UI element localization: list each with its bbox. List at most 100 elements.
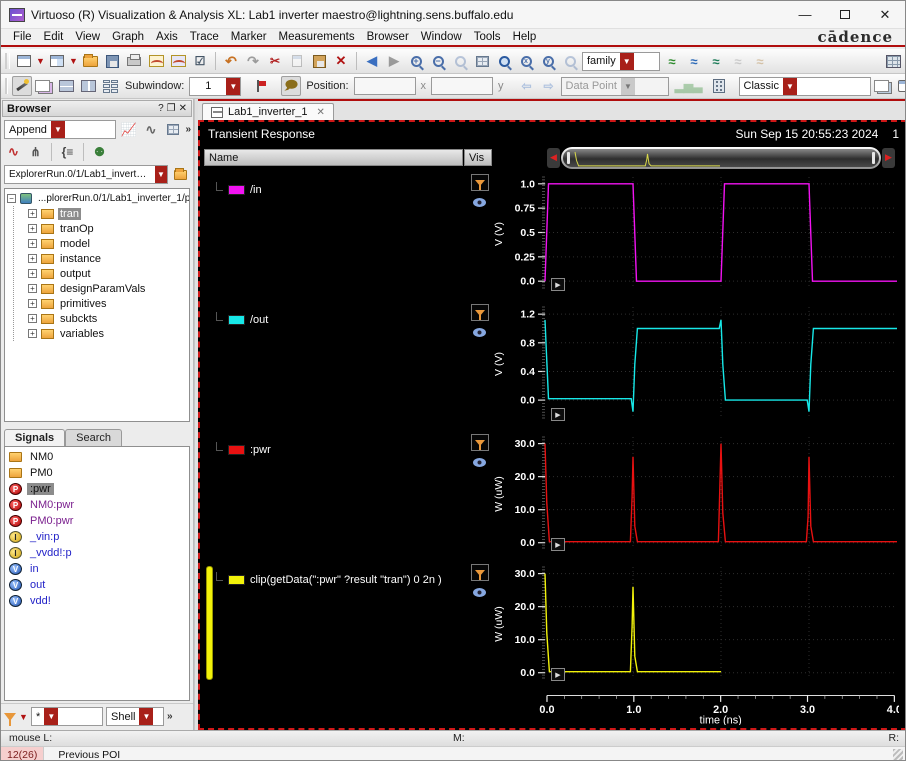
signal-list-item[interactable]: :pwr bbox=[7, 481, 187, 497]
trace-swatch[interactable] bbox=[228, 185, 245, 196]
trace-plot[interactable]: 0.0 10.0 20.0 30.0 W (uW) bbox=[492, 434, 899, 554]
trace-entry[interactable]: /in bbox=[216, 181, 262, 196]
edit-graph-icon[interactable]: ☑ bbox=[190, 51, 210, 71]
family-select[interactable]: family ▼ bbox=[582, 51, 660, 71]
signal-list-item[interactable]: NM0 bbox=[7, 449, 187, 465]
family-dropdown-icon[interactable]: ▼ bbox=[619, 52, 634, 70]
tree-item[interactable]: + output bbox=[28, 266, 187, 281]
panel-float-icon[interactable]: ❐ bbox=[167, 103, 176, 114]
visibility-eye-icon[interactable] bbox=[473, 588, 486, 598]
label-icon[interactable]: 🗩 bbox=[281, 76, 302, 96]
signal-list-item[interactable]: in bbox=[7, 561, 187, 577]
combine-traces-icon[interactable]: ≈ bbox=[750, 51, 770, 71]
menu-item[interactable]: Help bbox=[507, 31, 543, 43]
expand-icon[interactable]: + bbox=[28, 284, 37, 293]
signal-list-item[interactable]: _vvdd!:p bbox=[7, 545, 187, 561]
trace-swatch[interactable] bbox=[228, 315, 245, 326]
wave-tool-icon[interactable]: ∿ bbox=[4, 143, 23, 161]
new-window-dropdown-icon[interactable]: ▼ bbox=[36, 52, 45, 70]
delete-icon[interactable]: ✕ bbox=[331, 51, 351, 71]
append-dropdown-icon[interactable]: ▼ bbox=[50, 121, 65, 138]
cascade-windows-icon[interactable] bbox=[873, 76, 893, 96]
zoom-window-icon[interactable] bbox=[494, 51, 514, 71]
new-window-icon[interactable] bbox=[14, 51, 34, 71]
name-column-header[interactable]: Name bbox=[204, 149, 463, 167]
next-point-icon[interactable]: ⇨ bbox=[539, 76, 559, 96]
menu-item[interactable]: File bbox=[7, 31, 38, 43]
trace-filter-box[interactable] bbox=[471, 174, 489, 192]
user-pointer-icon[interactable]: ⚉ bbox=[90, 143, 109, 161]
collapse-icon[interactable]: − bbox=[7, 194, 16, 203]
menu-item[interactable]: Graph bbox=[106, 31, 150, 43]
histogram-icon[interactable]: ▂▅▃ bbox=[675, 76, 703, 96]
graph-tab[interactable]: Lab1_inverter_1 ✕ bbox=[202, 103, 334, 120]
table-icon[interactable] bbox=[883, 51, 903, 71]
menu-item[interactable]: Window bbox=[415, 31, 468, 43]
zoom-in-icon[interactable]: + bbox=[406, 51, 426, 71]
tree-item[interactable]: + primitives bbox=[28, 296, 187, 311]
tree-item[interactable]: + instance bbox=[28, 251, 187, 266]
open-icon[interactable] bbox=[80, 51, 100, 71]
tree-item[interactable]: + tranOp bbox=[28, 221, 187, 236]
add-strip-icon[interactable]: ≈ bbox=[728, 51, 748, 71]
menu-item[interactable]: Browser bbox=[361, 31, 415, 43]
filter-dropdown-icon[interactable]: ▼ bbox=[19, 708, 28, 726]
tree-item[interactable]: + model bbox=[28, 236, 187, 251]
expand-icon[interactable]: + bbox=[28, 209, 37, 218]
undo-icon[interactable]: ↶ bbox=[221, 51, 241, 71]
flag-icon[interactable] bbox=[251, 76, 271, 96]
horizontal-split-icon[interactable] bbox=[56, 76, 76, 96]
trace-entry[interactable]: clip(getData(":pwr" ?result "tran") 0 2n… bbox=[216, 571, 442, 586]
expand-icon[interactable]: + bbox=[28, 299, 37, 308]
stack-traces-icon[interactable]: ≈ bbox=[706, 51, 726, 71]
datapoint-select[interactable]: Data Point ▼ bbox=[560, 76, 669, 96]
copy-icon[interactable] bbox=[287, 51, 307, 71]
zoom-y-icon[interactable]: y bbox=[538, 51, 558, 71]
shell-select[interactable]: Shell ▼ bbox=[106, 707, 164, 726]
wand-icon[interactable] bbox=[12, 76, 32, 96]
trace-plot[interactable]: 0.0 10.0 20.0 30.0 W (uW) bbox=[492, 564, 899, 684]
export-graph-icon[interactable] bbox=[168, 51, 188, 71]
zoom-sel-icon[interactable] bbox=[560, 51, 580, 71]
trace-plot[interactable]: 0.0 0.4 0.8 1.2 V (V) bbox=[492, 304, 899, 424]
results-select[interactable]: ExplorerRun.0/1/Lab1_inverter_1/psf ▼ bbox=[4, 165, 168, 184]
trace-entry[interactable]: /out bbox=[216, 311, 268, 326]
close-button[interactable]: ✕ bbox=[865, 1, 905, 28]
toolbar-grip[interactable] bbox=[5, 78, 8, 94]
export-table-icon[interactable] bbox=[163, 121, 182, 139]
tree-item[interactable]: + variables bbox=[28, 326, 187, 341]
trace-filter-box[interactable] bbox=[471, 564, 489, 582]
maximize-button[interactable] bbox=[825, 1, 865, 28]
scroll-right-icon[interactable]: ▶ bbox=[882, 147, 895, 168]
expand-icon[interactable]: + bbox=[28, 254, 37, 263]
trace-label[interactable]: clip(getData(":pwr" ?result "tran") 0 2n… bbox=[250, 574, 442, 586]
tree-item[interactable]: + subckts bbox=[28, 311, 187, 326]
trace-filter-box[interactable] bbox=[471, 304, 489, 322]
strip-play-icon[interactable]: ▶ bbox=[551, 408, 565, 422]
strip-play-icon[interactable]: ▶ bbox=[551, 538, 565, 552]
trace-plot[interactable]: 0.0 0.25 0.5 0.75 1.0 V (V) bbox=[492, 174, 899, 294]
subwindow-select[interactable]: 1 ▼ bbox=[189, 76, 242, 96]
trace-label[interactable]: /in bbox=[250, 184, 262, 196]
visibility-eye-icon[interactable] bbox=[473, 328, 486, 338]
tree-item[interactable]: + designParamVals bbox=[28, 281, 187, 296]
split-trace-icon[interactable]: ⋔ bbox=[26, 143, 45, 161]
resize-grip[interactable] bbox=[893, 748, 903, 760]
overlay-traces-icon[interactable]: ≈ bbox=[684, 51, 704, 71]
trace-label[interactable]: :pwr bbox=[250, 444, 271, 456]
expand-icon[interactable]: + bbox=[28, 329, 37, 338]
appearance-select[interactable]: Classic ▼ bbox=[738, 76, 871, 96]
append-mode-select[interactable]: Append ▼ bbox=[4, 120, 117, 139]
subwindow-dropdown-icon[interactable]: ▼ bbox=[226, 77, 241, 95]
calculator-icon[interactable] bbox=[709, 76, 729, 96]
menu-item[interactable]: Axis bbox=[150, 31, 184, 43]
scrollbar-handle[interactable] bbox=[561, 146, 881, 169]
replace-plot-icon[interactable]: ∿ bbox=[141, 121, 160, 139]
strip-play-icon[interactable]: ▶ bbox=[551, 278, 565, 292]
graph-tab-close-icon[interactable]: ✕ bbox=[317, 107, 325, 118]
menu-item[interactable]: Tools bbox=[468, 31, 507, 43]
open-results-icon[interactable] bbox=[171, 166, 190, 184]
strip-play-icon[interactable]: ▶ bbox=[551, 668, 565, 682]
grid-layout-icon[interactable] bbox=[100, 76, 120, 96]
menu-item[interactable]: Trace bbox=[184, 31, 225, 43]
